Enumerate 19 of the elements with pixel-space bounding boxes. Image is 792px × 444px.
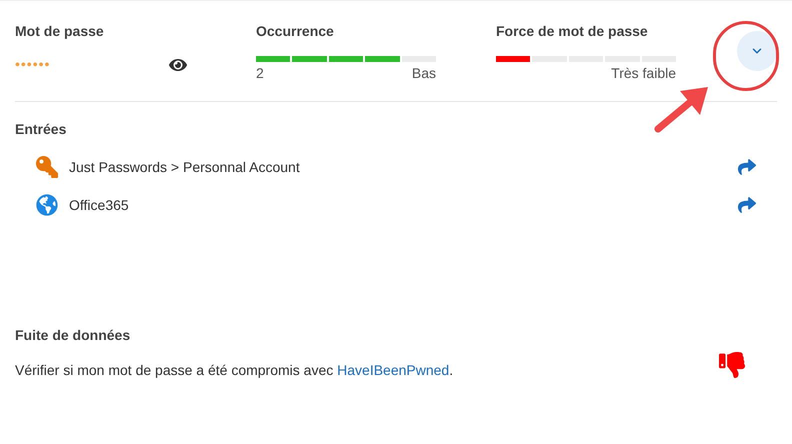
- strength-label: Force de mot de passe: [496, 22, 649, 41]
- occurrence-label: Occurrence: [256, 22, 335, 41]
- breach-link[interactable]: HaveIBeenPwned: [337, 362, 450, 378]
- expand-button[interactable]: [737, 31, 777, 71]
- password-label: Mot de passe: [15, 22, 105, 41]
- globe-icon: [36, 194, 58, 216]
- key-icon: [36, 156, 58, 178]
- entry-link[interactable]: Just Passwords > Personnal Account: [69, 156, 737, 178]
- masked-password: ••••••: [15, 55, 50, 74]
- occurrence-count: 2: [256, 64, 264, 83]
- strength-rating: Très faible: [611, 64, 676, 83]
- thumbs-down-icon: [719, 352, 745, 378]
- occurrence-rating: Bas: [412, 64, 436, 83]
- share-icon[interactable]: [737, 158, 757, 176]
- breach-title: Fuite de données: [15, 327, 130, 343]
- entries-title: Entrées: [15, 121, 66, 137]
- entry-link[interactable]: Office365: [69, 194, 737, 216]
- breach-text: Vérifier si mon mot de passe a été compromis avec HaveIBeenPwned.: [15, 361, 454, 380]
- share-icon[interactable]: [737, 196, 757, 214]
